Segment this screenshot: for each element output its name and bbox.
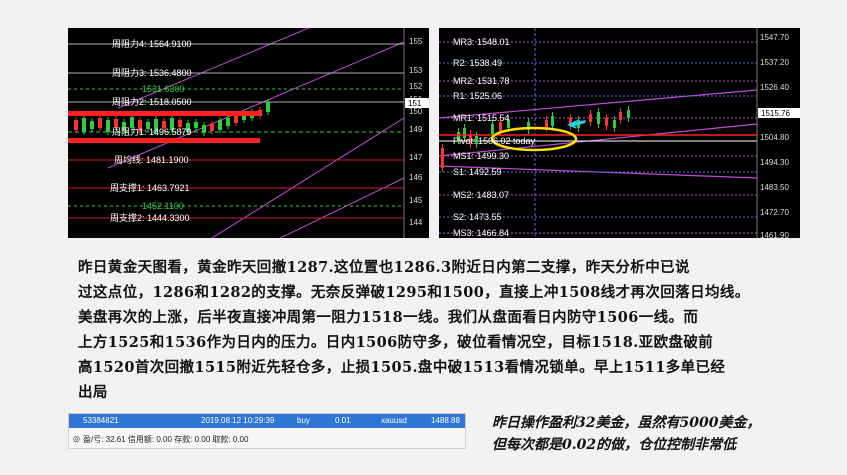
right-candle	[605, 118, 608, 126]
order-id: 53384821	[83, 416, 119, 425]
right-axis-tick: 1472.70	[760, 208, 789, 217]
left-level-label: 周阻力3: 1536.4800	[112, 67, 192, 78]
analysis-text: 昨日黄金天图看，黄金昨天回撤1287.这位置也1286.3附近日内第二支撑，昨天…	[78, 255, 798, 405]
left-level-label: 周阻力4: 1564.9100	[112, 38, 192, 49]
left-price-tag-text: 151	[408, 99, 422, 108]
left-candle	[82, 118, 86, 132]
right-level-label: S1: 1492.59	[453, 167, 502, 177]
order-time: 2019.08.12 10:29:39	[201, 416, 275, 425]
analysis-line: 上方1525和1536作为日内的压力。日内1506防守多，破位看情况空，目标15…	[78, 334, 714, 351]
right-level-label: MR1: 1515.54	[453, 113, 510, 123]
left-support-bar	[68, 138, 260, 143]
right-candle	[551, 116, 554, 126]
order-price: 1488.88	[431, 416, 460, 425]
left-candle	[74, 120, 78, 130]
right-level-label: MS3: 1466.84	[453, 228, 509, 238]
note-line: 昨日操作盈利32美金，虽然有5000美金，	[492, 415, 761, 431]
left-axis-tick: 155	[409, 37, 423, 46]
left-candle	[266, 102, 270, 112]
right-level-label: S2: 1473.55	[453, 212, 502, 222]
left-axis-tick: 150	[409, 107, 423, 116]
right-candle	[597, 112, 600, 124]
left-candle	[178, 120, 182, 127]
left-axis-tick: 146	[409, 173, 423, 182]
right-candle	[619, 112, 622, 120]
order-volume: 0.01	[335, 416, 351, 425]
left-candle	[218, 120, 222, 130]
left-candle	[98, 118, 102, 128]
left-level-label: 周阻力1: 1496.5879	[112, 126, 192, 137]
left-level-label: 周支撑2: 1444.3300	[110, 212, 190, 223]
right-axis-tick: 1537.20	[760, 58, 789, 67]
right-candle	[441, 148, 444, 168]
right-axis-tick: 1504.80	[760, 133, 789, 142]
left-resistance-bar	[68, 111, 260, 116]
analysis-line: 昨日黄金天图看，黄金昨天回撤1287.这位置也1286.3附近日内第二支撑，昨天…	[78, 259, 690, 276]
right-axis-tick: 1526.40	[760, 83, 789, 92]
analysis-line: 美盘再次的上涨，后半夜直接冲周第一阻力1518一线。我们从盘面看日内防守1506…	[78, 309, 699, 326]
left-axis-tick: 147	[409, 153, 423, 162]
left-axis-tick: 144	[409, 218, 423, 227]
right-axis-tick: 1483.50	[760, 183, 789, 192]
right-candle	[545, 120, 548, 128]
account-summary-row: ◎ 盈/亏: 32.61 信用额: 0.00 存款: 0.00 取款: 0.00	[69, 432, 465, 446]
right-level-label: MR2: 1531.78	[453, 76, 510, 86]
note-line: 但每次都是0.02的做，仓位控制非常低	[492, 437, 737, 453]
right-level-label: R1: 1525.06	[453, 91, 502, 101]
right-candle	[499, 122, 502, 132]
right-candle	[491, 124, 494, 134]
left-candle	[210, 124, 214, 131]
right-candle	[627, 110, 630, 118]
right-price-tag-text: 1515.76	[761, 109, 790, 118]
right-candle	[589, 114, 592, 122]
left-level-label: 周均线: 1481.1900	[114, 154, 189, 165]
left-candle	[226, 118, 230, 126]
left-level-label: 1452.1100	[142, 201, 184, 211]
right-level-label: MS2: 1483.07	[453, 190, 509, 200]
analysis-line: 过这点位，1286和1282的支撑。无奈反弹破1295和1500，直接上冲150…	[78, 284, 750, 301]
trade-record-panel: 53384821 2019.08.12 10:29:39 buy 0.01 xa…	[68, 413, 466, 449]
left-candle	[90, 121, 94, 129]
analysis-line: 出局	[78, 384, 108, 401]
left-axis-tick: 152	[409, 82, 423, 91]
left-level-label: 1531.6300	[142, 84, 185, 94]
right-level-label: MS1: 1499.30	[453, 151, 509, 161]
left-level-label: 周支撑1: 1463.7921	[110, 182, 190, 193]
right-axis-tick: 1461.90	[760, 231, 789, 238]
right-axis-tick: 1547.70	[760, 33, 789, 42]
left-axis-tick: 153	[409, 66, 423, 75]
summary-icon: ◎	[73, 434, 80, 443]
left-candle	[106, 120, 110, 132]
right-level-label: R2: 1538.49	[453, 58, 502, 68]
left-axis-tick: 149	[409, 125, 423, 134]
left-candle	[202, 125, 206, 133]
account-summary: 盈/亏: 32.61 信用额: 0.00 存款: 0.00 取款: 0.00	[83, 435, 249, 444]
trade-note: 昨日操作盈利32美金，虽然有5000美金， 但每次都是0.02的做，仓位控制非常…	[492, 412, 822, 456]
right-level-label: Pivot: 1506.02 today	[453, 136, 536, 146]
right-level-label: MR3: 1548.01	[453, 37, 510, 47]
left-chart: 周阻力4: 1564.9100 周阻力3: 1536.4800 1531.6300 周…	[68, 28, 429, 238]
right-chart: MR3: 1548.01 R2: 1538.49 MR2: 1531.78 R1: 1…	[439, 28, 800, 238]
left-candle	[114, 119, 118, 127]
trade-row[interactable]: 53384821 2019.08.12 10:29:39 buy 0.01 xa…	[69, 414, 465, 428]
order-symbol: xauusd	[381, 416, 407, 425]
right-axis-tick: 1494.30	[760, 158, 789, 167]
left-axis-tick: 145	[409, 196, 423, 205]
right-candle	[613, 120, 616, 128]
analysis-line: 高1520首次回撤1515附近先轻仓多，止损1505.盘中破1513看情况锁单。…	[78, 359, 726, 376]
left-level-label: 周阻力2: 1518.0500	[112, 96, 192, 107]
order-type: buy	[297, 416, 310, 425]
left-candle	[194, 122, 198, 128]
left-candle	[234, 116, 238, 123]
